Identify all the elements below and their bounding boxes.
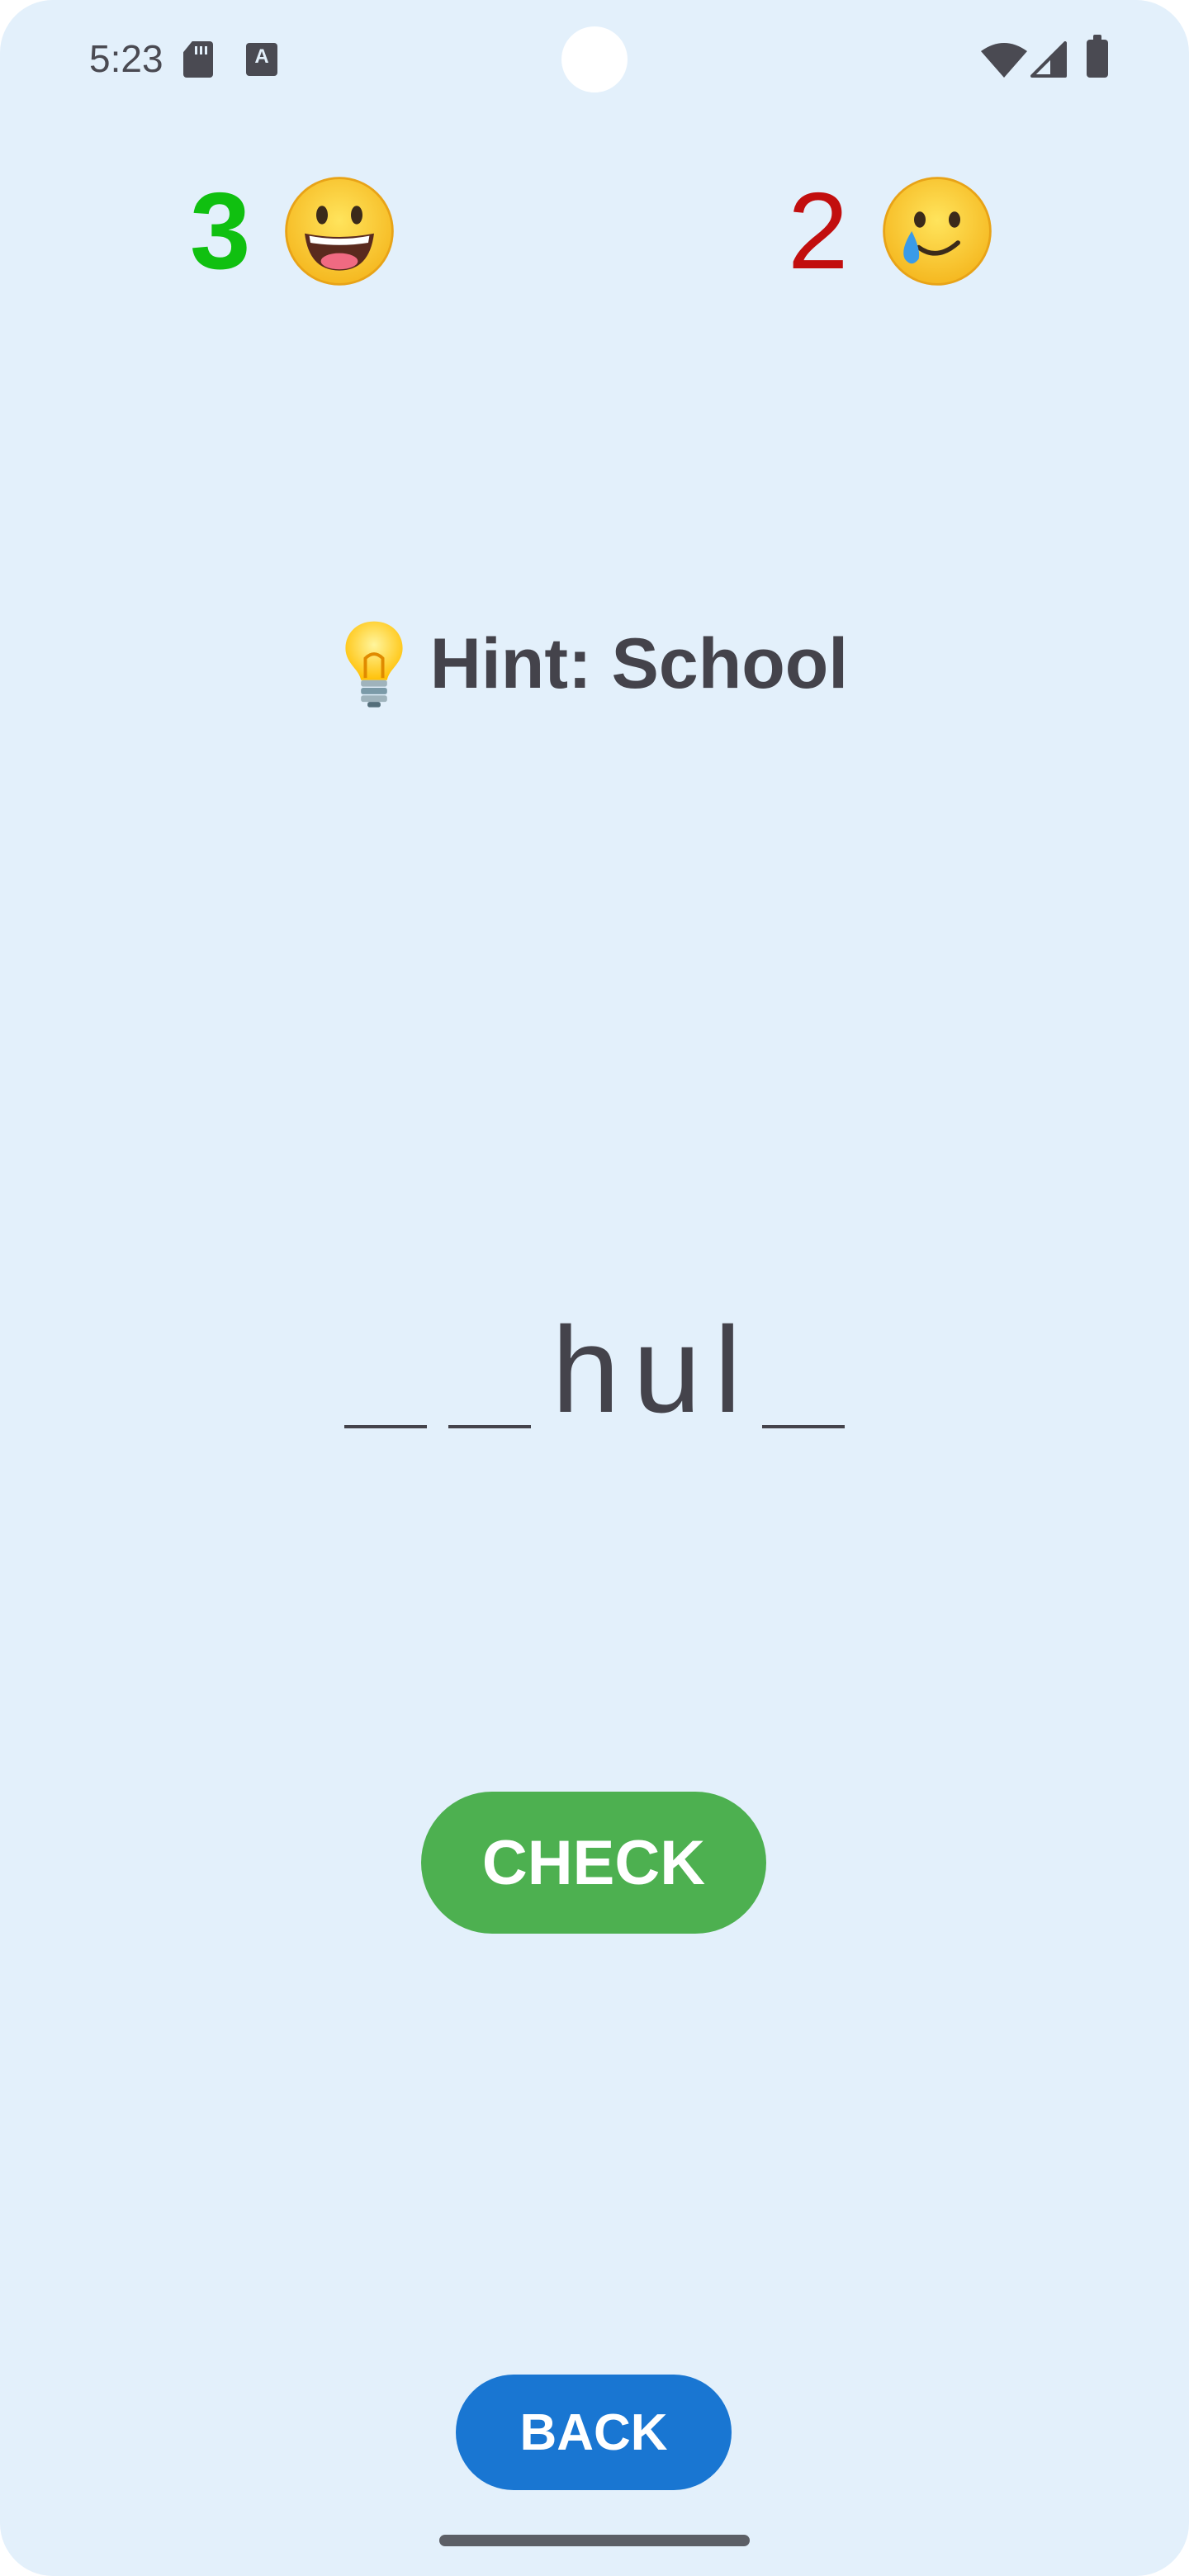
battery-icon [1087, 35, 1108, 78]
grinning-face-icon [285, 177, 395, 286]
hint-text: Hint: School [429, 623, 849, 703]
status-bar: 5:23 A [0, 0, 1189, 116]
back-button[interactable]: BACK [456, 2375, 732, 2490]
correct-score: 3 [190, 165, 397, 297]
keyboard-a-icon: A [246, 43, 277, 76]
correct-count: 3 [190, 170, 251, 291]
home-indicator[interactable] [439, 2535, 750, 2546]
game-screen: 5:23 A 3 2 Hint: School h u l CHECK BACK [0, 0, 1189, 2576]
wifi-icon [981, 43, 1027, 78]
empty-letter-slot [344, 1309, 428, 1428]
wrong-count: 2 [788, 170, 849, 291]
smiling-face-with-tear-icon [883, 177, 992, 286]
wrong-score: 2 [788, 165, 995, 297]
signal-icon [1030, 41, 1067, 78]
word-puzzle: h u l [0, 1296, 1189, 1438]
empty-letter-slot [448, 1309, 532, 1428]
status-time: 5:23 [89, 37, 163, 80]
revealed-letter: h [552, 1302, 620, 1438]
revealed-letter: l [713, 1302, 741, 1438]
check-button[interactable]: CHECK [421, 1792, 766, 1934]
hint: Hint: School [0, 619, 1189, 708]
revealed-letters: h u l [545, 1302, 748, 1438]
empty-letter-slot [761, 1309, 845, 1428]
lightbulb-icon [345, 621, 403, 708]
sd-card-icon [183, 41, 213, 78]
revealed-letter: u [632, 1302, 701, 1438]
camera-cutout [561, 26, 628, 92]
